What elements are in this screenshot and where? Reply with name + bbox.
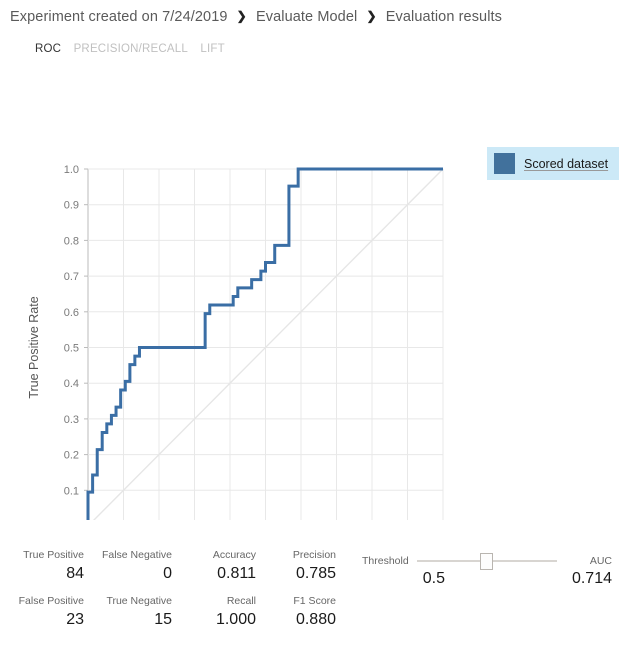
legend-label-scored-dataset[interactable]: Scored dataset: [524, 157, 608, 171]
y-axis-tick-label: 0.7: [64, 271, 79, 283]
metric-value: 0: [163, 565, 172, 582]
y-axis-tick-label: 0.8: [64, 235, 79, 247]
metric-recall: Recall 1.000: [172, 594, 256, 631]
legend-color-swatch: [494, 153, 515, 174]
tab-precision-recall[interactable]: PRECISION/RECALL: [74, 43, 188, 55]
auc-value: 0.714: [571, 570, 612, 587]
tab-roc[interactable]: ROC: [35, 43, 61, 55]
metric-label: F1 Score: [293, 595, 336, 607]
metric-value: 15: [154, 611, 172, 628]
metric-precision: Precision 0.785: [256, 548, 336, 585]
metric-label: Precision: [292, 549, 336, 561]
metrics-row: False Positive 23 True Negative 15 Recal…: [0, 594, 340, 631]
threshold-slider[interactable]: [416, 553, 557, 570]
tab-lift[interactable]: LIFT: [200, 43, 224, 55]
threshold-label: Threshold: [362, 555, 409, 567]
metric-label: Recall: [226, 595, 256, 607]
roc-chart: 0.00.10.20.30.40.50.60.70.80.91.00.00.10…: [0, 70, 624, 520]
y-axis-tick-label: 0.9: [64, 200, 79, 212]
metric-false-positive: False Positive 23: [0, 594, 84, 631]
metrics-row: True Positive 84 False Negative 0 Accura…: [0, 548, 340, 585]
metric-value: 0.785: [295, 565, 336, 582]
breadcrumb: Experiment created on 7/24/2019 ❯ Evalua…: [10, 9, 502, 25]
breadcrumb-item-evaluation-results[interactable]: Evaluation results: [386, 9, 502, 25]
roc-chart-svg: 0.00.10.20.30.40.50.60.70.80.91.00.00.10…: [27, 164, 444, 520]
metric-true-positive: True Positive 84: [0, 548, 84, 585]
auc-label: AUC: [589, 555, 612, 567]
metric-label: False Negative: [101, 549, 172, 561]
y-axis-tick-label: 0.2: [64, 450, 79, 462]
breadcrumb-item-evaluate-model[interactable]: Evaluate Model: [256, 9, 357, 25]
y-axis-tick-label: 0.1: [64, 485, 79, 497]
metric-value: 23: [66, 611, 84, 628]
threshold-values: 0.5 0.714: [362, 570, 612, 588]
slider-thumb[interactable]: [480, 553, 494, 570]
metric-value: 1.000: [215, 611, 256, 628]
chevron-right-icon: ❯: [366, 9, 377, 23]
y-axis-title: True Positive Rate: [27, 296, 41, 398]
threshold-value: 0.5: [422, 570, 445, 587]
chart-legend[interactable]: Scored dataset: [487, 147, 620, 180]
metric-label: True Negative: [106, 595, 172, 607]
threshold-controls: Threshold AUC: [362, 553, 612, 570]
breadcrumb-item-experiment[interactable]: Experiment created on 7/24/2019: [10, 9, 228, 25]
threshold-panel: Threshold AUC 0.5 0.714: [362, 553, 612, 588]
metric-label: Accuracy: [212, 549, 256, 561]
y-axis-tick-label: 1.0: [64, 164, 79, 176]
tab-bar: ROC PRECISION/RECALL LIFT: [35, 43, 234, 55]
metric-false-negative: False Negative 0: [84, 548, 172, 585]
metric-value: 0.811: [217, 565, 256, 582]
metric-accuracy: Accuracy 0.811: [172, 548, 256, 585]
metric-label: False Positive: [18, 595, 84, 607]
metric-label: True Positive: [23, 549, 84, 561]
metric-f1-score: F1 Score 0.880: [256, 594, 336, 631]
y-axis-tick-label: 0.4: [64, 378, 79, 390]
y-axis-tick-label: 0.5: [64, 343, 79, 355]
chevron-right-icon: ❯: [236, 9, 247, 23]
metric-true-negative: True Negative 15: [84, 594, 172, 631]
y-axis-tick-label: 0.3: [64, 414, 79, 426]
metric-value: 0.880: [295, 611, 336, 628]
metric-value: 84: [66, 565, 84, 582]
y-axis-tick-label: 0.6: [64, 307, 79, 319]
